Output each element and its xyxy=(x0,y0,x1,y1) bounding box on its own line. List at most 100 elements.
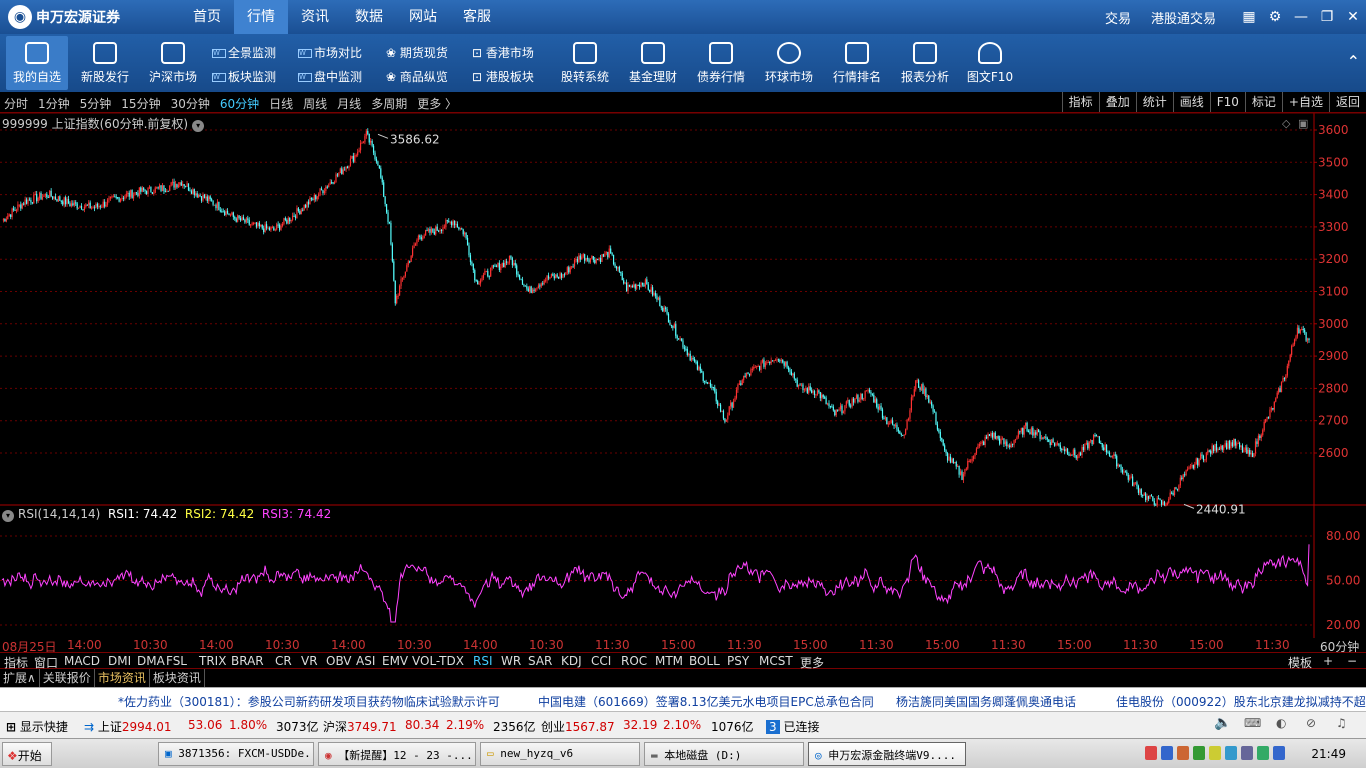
toolbar-futures[interactable]: ❀ 期货现货 xyxy=(386,44,448,61)
tool-back[interactable]: 返回 xyxy=(1328,92,1366,112)
close-icon[interactable]: ✕ xyxy=(1340,0,1366,34)
nav-website[interactable]: 网站 xyxy=(396,0,450,34)
ticker-item[interactable]: 佳电股份（000922）股东北京建龙拟减持不超2% xyxy=(1116,693,1366,710)
indicator-tab[interactable]: OBV xyxy=(326,654,352,668)
period-tab[interactable]: 5分钟 xyxy=(80,95,112,112)
bell-icon[interactable]: ♫ xyxy=(1336,716,1347,730)
tray-icon[interactable] xyxy=(1241,746,1253,760)
tool-indicator[interactable]: 指标 xyxy=(1061,92,1099,112)
indicator-tab[interactable]: TRIX xyxy=(199,654,226,668)
ticker-item[interactable]: 杨洁篪同美国国务卿蓬佩奥通电话 xyxy=(896,693,1076,710)
tool-f10[interactable]: F10 xyxy=(1209,92,1245,112)
nav-home[interactable]: 首页 xyxy=(180,0,234,34)
keyboard-icon[interactable]: ⌨ xyxy=(1244,716,1261,730)
toolbar-bond[interactable]: 债券行情 xyxy=(690,36,752,90)
toolbar-market-compare[interactable]: W 市场对比 xyxy=(298,44,362,61)
minimize-icon[interactable]: — xyxy=(1288,0,1314,34)
tray-icon[interactable] xyxy=(1257,746,1269,760)
indicator-tab[interactable]: DMI xyxy=(108,654,131,668)
toolbar-hk-market[interactable]: ⊡ 香港市场 xyxy=(472,44,534,61)
indicator-tab[interactable]: KDJ xyxy=(561,654,582,668)
tray-icon[interactable] xyxy=(1177,746,1189,760)
indicator-tab[interactable]: ROC xyxy=(621,654,647,668)
dropdown-icon[interactable]: ▾ xyxy=(2,510,14,522)
settings-gear-icon[interactable]: ⚙ xyxy=(1262,0,1288,34)
mute-icon[interactable]: ⊘ xyxy=(1306,716,1316,730)
indicator-control[interactable]: + xyxy=(1323,654,1333,668)
tool-overlay[interactable]: 叠加 xyxy=(1098,92,1136,112)
indicator-tab[interactable]: VR xyxy=(301,654,318,668)
tool-add-watch[interactable]: +自选 xyxy=(1281,92,1329,112)
ticker-item[interactable]: *佐力药业（300181）：参股公司新药研发项目获药物临床试验默示许可 xyxy=(118,693,500,710)
indicator-tab[interactable]: ASI xyxy=(356,654,375,668)
indicator-tab[interactable]: MACD xyxy=(64,654,100,668)
hk-trade-link[interactable]: 港股通交易 xyxy=(1151,8,1216,27)
tray-icon[interactable] xyxy=(1225,746,1237,760)
tool-mark[interactable]: 标记 xyxy=(1244,92,1282,112)
toolbar-ipo[interactable]: 新股发行 xyxy=(74,36,136,90)
restore-icon[interactable]: ❐ xyxy=(1314,0,1340,34)
toolbar-commodity[interactable]: ❀ 商品纵览 xyxy=(386,68,448,85)
period-tab[interactable]: 15分钟 xyxy=(121,95,160,112)
taskbar-item-active[interactable]: ◎ 申万宏源金融终端V9.... xyxy=(808,742,966,766)
indicator-tab[interactable]: VOL-TDX xyxy=(412,654,464,668)
indicator-tab[interactable]: SAR xyxy=(528,654,552,668)
tray-icon[interactable] xyxy=(1209,746,1221,760)
indicator-tab[interactable]: MTM xyxy=(655,654,683,668)
sh-index[interactable]: ⇉ 上证2994.01 xyxy=(84,718,172,735)
toolbar-global[interactable]: 环球市场 xyxy=(758,36,820,90)
speaker-icon[interactable]: 🔈 xyxy=(1214,715,1231,731)
indicator-control[interactable]: − xyxy=(1347,654,1357,668)
period-tab[interactable]: 分时 xyxy=(4,95,28,112)
cy-index[interactable]: 创业1567.87 xyxy=(541,718,615,735)
period-tab[interactable]: 多周期 xyxy=(371,95,407,112)
tray-icon[interactable] xyxy=(1193,746,1205,760)
period-tab[interactable]: 1分钟 xyxy=(38,95,70,112)
period-tab[interactable]: 周线 xyxy=(303,95,327,112)
period-tab[interactable]: 月线 xyxy=(337,95,361,112)
nav-quotes[interactable]: 行情 xyxy=(234,0,288,34)
tray-icon[interactable] xyxy=(1273,746,1285,760)
toolbar-report[interactable]: 报表分析 xyxy=(894,36,956,90)
period-tab-more[interactable]: 更多 〉 xyxy=(417,95,457,112)
toolbar-intraday-monitor[interactable]: W 盘中监测 xyxy=(298,68,362,85)
ticker-item[interactable]: 中国电建（601669）签署8.13亿美元水电项目EPC总承包合同 xyxy=(538,693,874,710)
indicator-tab[interactable]: WR xyxy=(501,654,521,668)
period-tab[interactable]: 30分钟 xyxy=(171,95,210,112)
taskbar-item[interactable]: ▣ 3871356: FXCM-USDDe... xyxy=(158,742,314,766)
toolbar-shsz-market[interactable]: 沪深市场 xyxy=(142,36,204,90)
sz-index[interactable]: 沪深3749.71 xyxy=(323,718,397,735)
indicator-tab[interactable]: MCST xyxy=(759,654,793,668)
quick-toggle[interactable]: ⊞ 显示快捷 xyxy=(6,718,68,735)
tab-market-news[interactable]: 市场资讯 xyxy=(95,669,150,687)
tool-stats[interactable]: 统计 xyxy=(1135,92,1173,112)
indicator-tab[interactable]: BOLL xyxy=(689,654,720,668)
nav-news[interactable]: 资讯 xyxy=(288,0,342,34)
toolbar-f10[interactable]: 图文F10 xyxy=(962,36,1018,90)
indicator-tab[interactable]: PSY xyxy=(727,654,749,668)
toolbar-ranking[interactable]: 行情排名 xyxy=(826,36,888,90)
indicator-tab[interactable]: EMV xyxy=(382,654,408,668)
tab-sector-news[interactable]: 板块资讯 xyxy=(150,669,205,687)
chart-area[interactable]: 2600 2700 2800 2900 3000 3100 3200 3300 3400 3500… xyxy=(0,112,1366,638)
taskbar-item[interactable]: ▭ new_hyzq_v6 xyxy=(480,742,640,766)
nav-data[interactable]: 数据 xyxy=(342,0,396,34)
dropdown-icon[interactable]: ▾ xyxy=(192,120,205,132)
toolbar-fund[interactable]: 基金理财 xyxy=(622,36,684,90)
taskbar-item[interactable]: ◉ 【新提醒】12 - 23 -... xyxy=(318,742,476,766)
collapse-chevron-icon[interactable]: ⌃ xyxy=(1347,52,1360,71)
period-tab-active[interactable]: 60分钟 xyxy=(220,95,259,112)
taskbar-item[interactable]: ▬ 本地磁盘 (D:) xyxy=(644,742,804,766)
toolbar-hk-sector[interactable]: ⊡ 港股板块 xyxy=(472,68,534,85)
indicator-tab[interactable]: FSL xyxy=(166,654,187,668)
tray-icon[interactable] xyxy=(1161,746,1173,760)
toolbar-panorama[interactable]: W 全景监测 xyxy=(212,44,276,61)
tab-related-quotes[interactable]: 关联报价 xyxy=(40,669,95,687)
grid-icon[interactable]: ▦ xyxy=(1236,0,1262,34)
toolbar-watchlist[interactable]: 我的自选 xyxy=(6,36,68,90)
period-tab[interactable]: 日线 xyxy=(269,95,293,112)
settings-icon[interactable]: ◐ xyxy=(1276,716,1286,730)
start-button[interactable]: ❖开始 xyxy=(2,742,52,766)
indicator-tab[interactable]: CCI xyxy=(591,654,611,668)
tray-icon[interactable] xyxy=(1145,746,1157,760)
